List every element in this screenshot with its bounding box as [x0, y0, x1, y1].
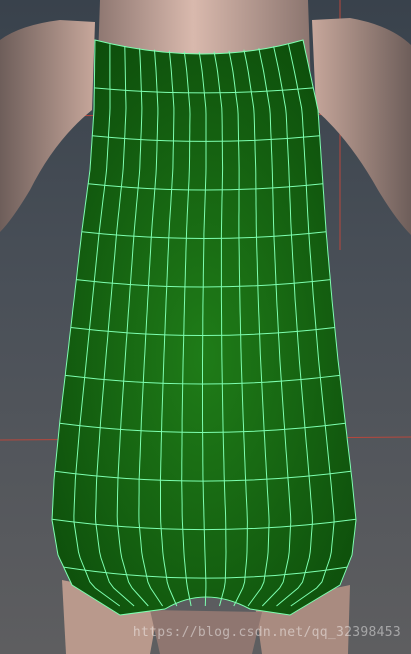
viewport-3d[interactable]: https://blog.csdn.net/qq_32398453	[0, 0, 411, 654]
watermark-text: https://blog.csdn.net/qq_32398453	[132, 625, 401, 640]
garment-mesh[interactable]	[51, 39, 357, 616]
scene-canvas[interactable]	[0, 0, 411, 654]
